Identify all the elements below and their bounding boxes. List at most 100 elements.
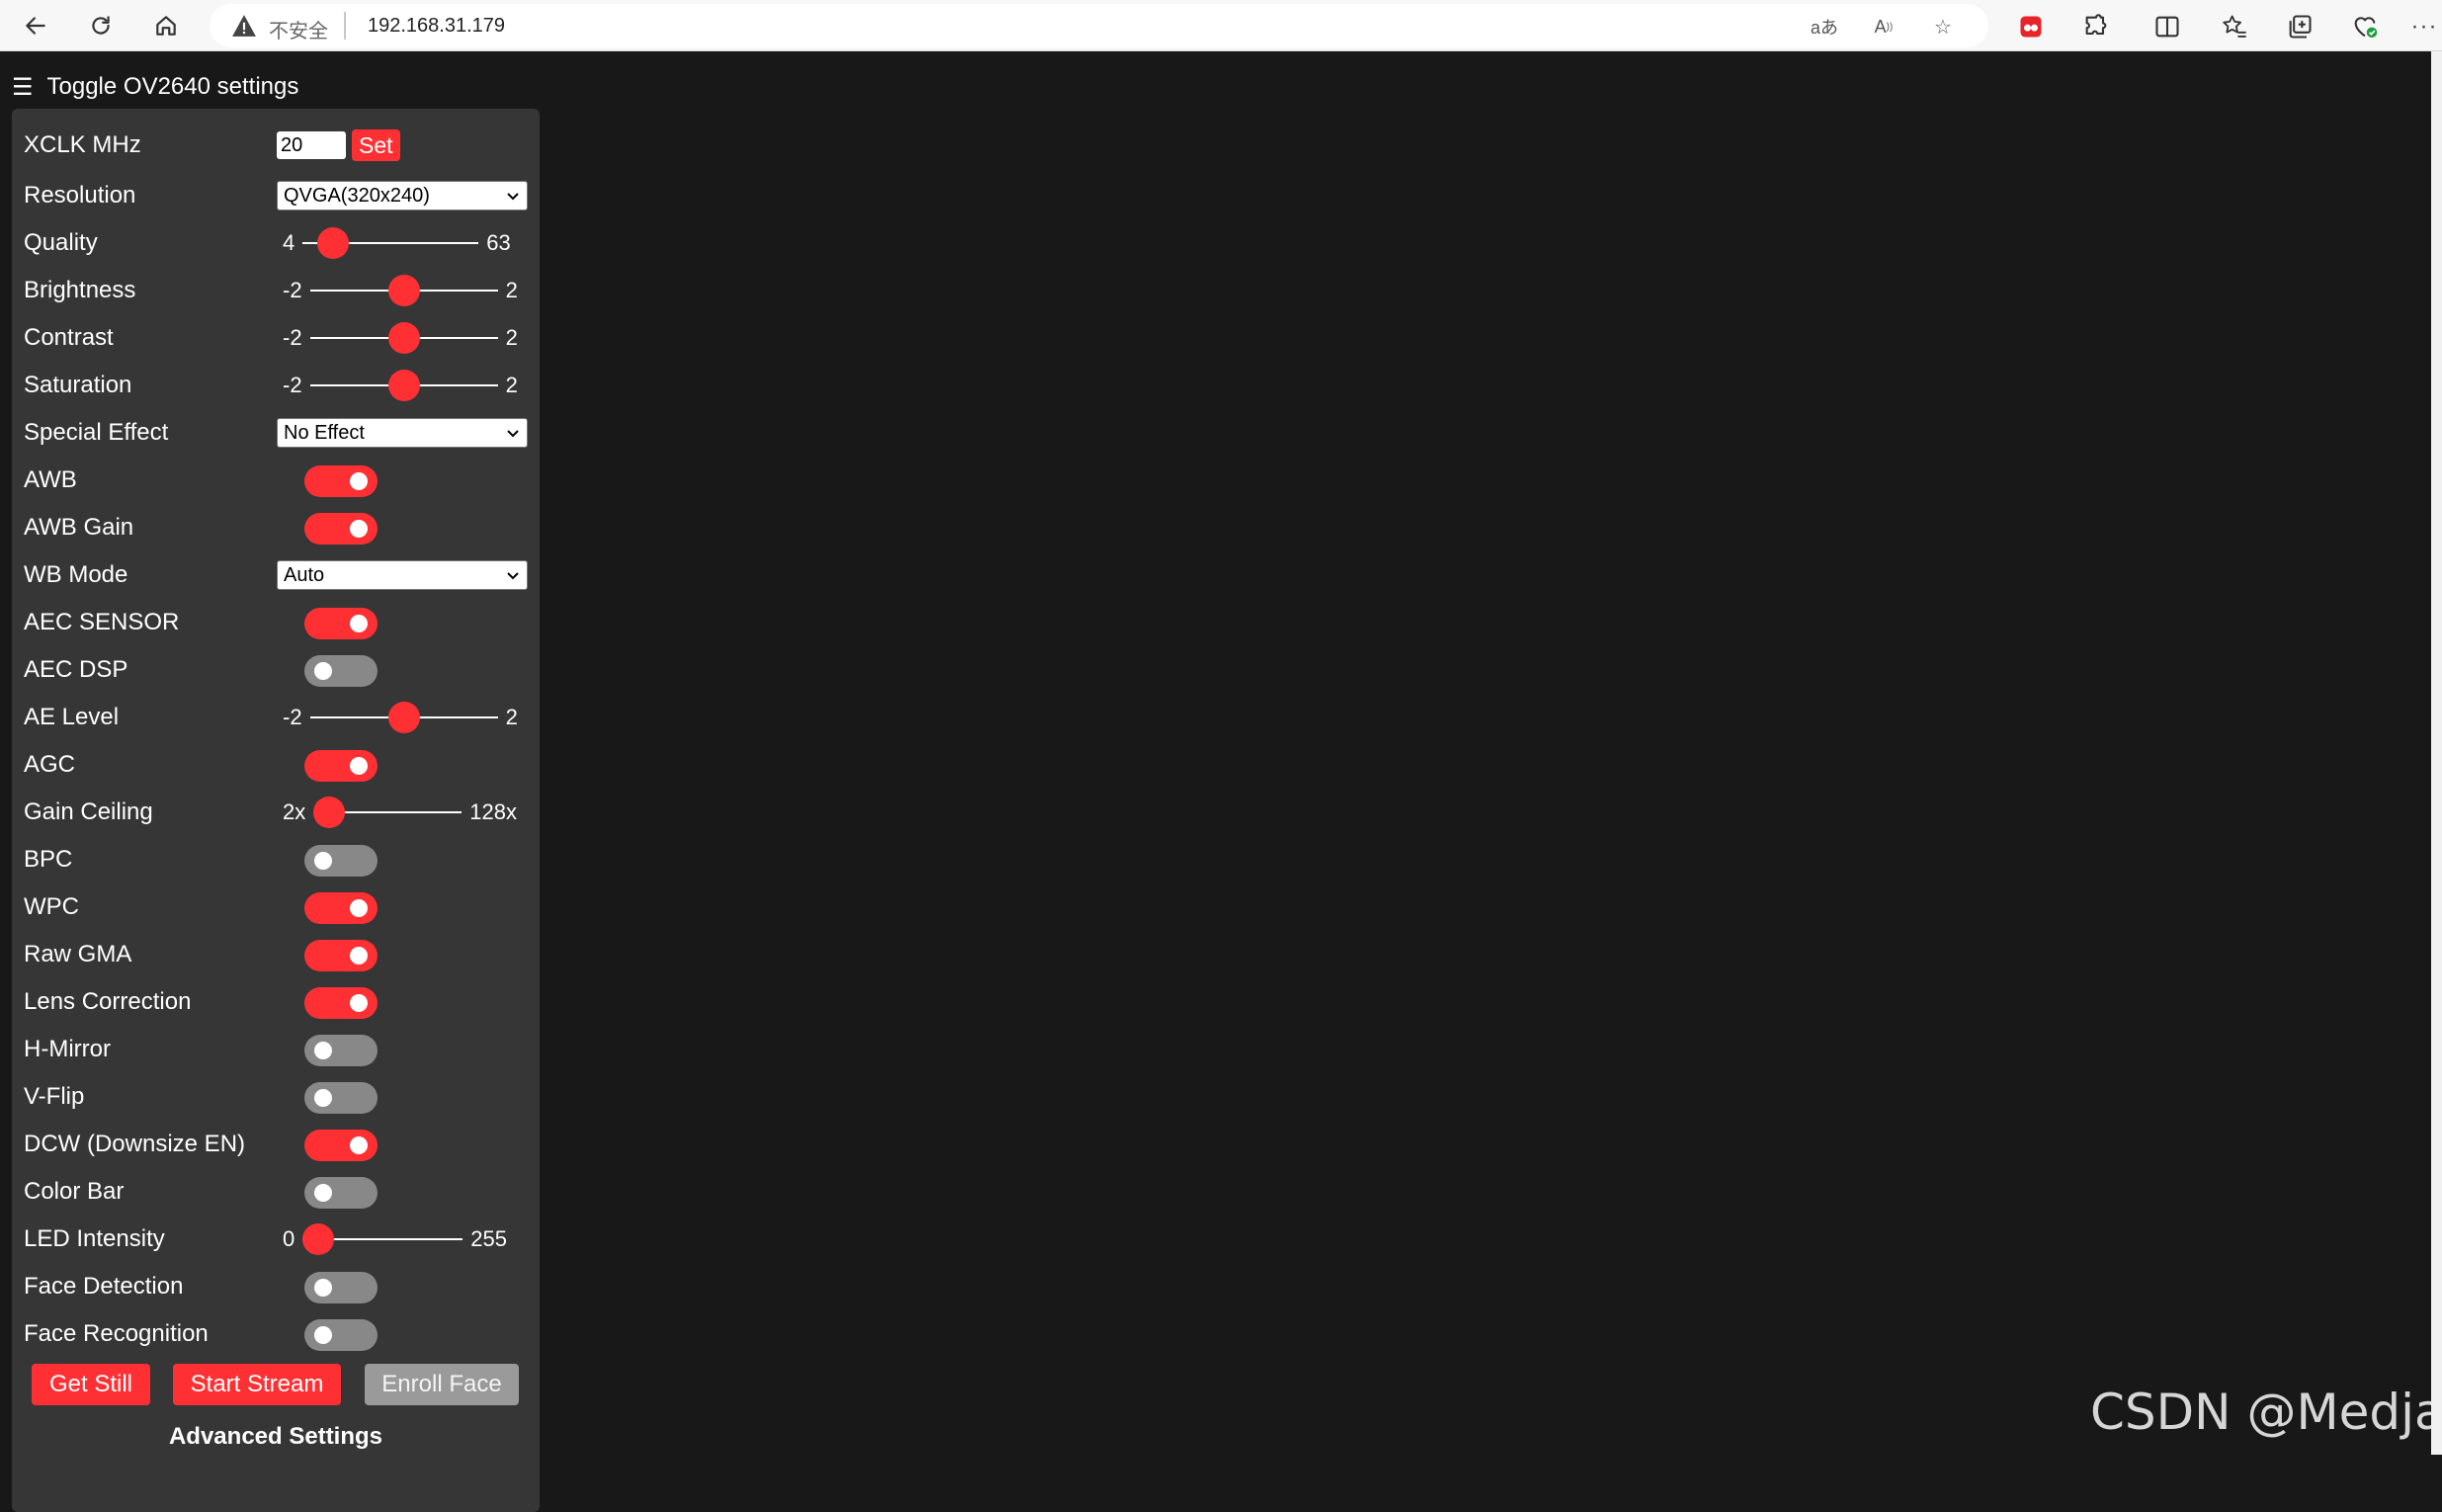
row-h-mirror: H-Mirror <box>12 1027 540 1072</box>
gain-ceiling-max: 128x <box>469 799 517 824</box>
row-gain-ceiling: Gain Ceiling 2x 128x <box>12 790 540 835</box>
ae-level-track[interactable] <box>309 702 498 733</box>
dcw-label: DCW (Downsize EN) <box>24 1131 246 1157</box>
raw-gma-label: Raw GMA <box>24 941 132 967</box>
quality-min: 4 <box>283 230 295 255</box>
saturation-thumb[interactable] <box>387 370 420 401</box>
page-scrollbar[interactable] <box>2431 51 2442 1455</box>
row-wpc: WPC <box>12 884 540 930</box>
special-effect-select[interactable]: No Effect <box>277 418 528 448</box>
color-bar-label: Color Bar <box>24 1178 125 1205</box>
led-intensity-thumb[interactable] <box>302 1223 335 1255</box>
bpc-knob <box>314 852 332 870</box>
contrast-max: 2 <box>505 325 518 350</box>
url-text[interactable]: 192.168.31.179 <box>368 15 505 38</box>
row-face-recognition: Face Recognition <box>12 1311 540 1357</box>
brightness-thumb[interactable] <box>387 275 420 306</box>
xclk-set-button[interactable]: Set <box>352 129 400 161</box>
extension-red-icon[interactable] <box>2014 10 2048 43</box>
lens-correction-switch[interactable] <box>304 987 378 1019</box>
led-intensity-max: 255 <box>470 1226 507 1251</box>
brightness-label: Brightness <box>24 277 136 303</box>
saturation-track[interactable] <box>309 370 498 401</box>
more-menu-icon[interactable]: ··· <box>2407 10 2441 43</box>
chevron-down-icon <box>507 193 519 201</box>
ae-level-thumb[interactable] <box>387 702 420 733</box>
action-buttons: Get Still Start Stream Enroll Face <box>12 1364 540 1407</box>
h-mirror-label: H-Mirror <box>24 1036 111 1062</box>
quality-slider[interactable]: 4 63 <box>283 220 511 266</box>
translate-icon[interactable]: aあ <box>1810 13 1838 41</box>
advanced-settings-heading[interactable]: Advanced Settings <box>12 1423 540 1451</box>
extensions-icon[interactable] <box>2079 10 2113 43</box>
dcw-switch[interactable] <box>304 1130 378 1161</box>
contrast-slider[interactable]: -2 2 <box>283 315 518 361</box>
collections-icon[interactable] <box>2283 10 2316 43</box>
toggle-settings-header[interactable]: ☰ Toggle OV2640 settings <box>12 69 298 105</box>
contrast-thumb[interactable] <box>387 322 420 354</box>
agc-knob <box>350 757 368 775</box>
start-stream-button[interactable]: Start Stream <box>173 1364 341 1405</box>
gain-ceiling-slider[interactable]: 2x 128x <box>283 790 517 835</box>
led-intensity-slider[interactable]: 0 255 <box>283 1217 507 1262</box>
row-contrast: Contrast -2 2 <box>12 315 540 361</box>
home-icon[interactable] <box>148 8 184 43</box>
gain-ceiling-track[interactable] <box>313 797 463 828</box>
v-flip-knob <box>314 1089 332 1107</box>
address-bar[interactable]: 不安全 192.168.31.179 aあ A)) ☆ <box>210 4 1988 47</box>
row-brightness: Brightness -2 2 <box>12 268 540 313</box>
chevron-down-icon <box>507 572 519 580</box>
refresh-icon[interactable] <box>83 8 119 43</box>
awb-knob <box>350 472 368 490</box>
gain-ceiling-thumb[interactable] <box>313 797 346 828</box>
face-detection-switch[interactable] <box>304 1272 378 1303</box>
led-intensity-track[interactable] <box>302 1223 463 1255</box>
wpc-switch[interactable] <box>304 892 378 924</box>
color-bar-knob <box>314 1184 332 1202</box>
chevron-down-icon <box>507 430 519 438</box>
insecure-label[interactable]: 不安全 <box>269 15 328 43</box>
awb-switch[interactable] <box>304 465 378 497</box>
xclk-input[interactable] <box>277 131 346 159</box>
csdn-watermark: CSDN @Medjay_ <box>2090 1384 2442 1441</box>
row-color-bar: Color Bar <box>12 1169 540 1215</box>
split-screen-icon[interactable] <box>2150 10 2184 43</box>
raw-gma-switch[interactable] <box>304 940 378 971</box>
color-bar-switch[interactable] <box>304 1177 378 1209</box>
resolution-select[interactable]: QVGA(320x240) <box>277 181 528 210</box>
h-mirror-switch[interactable] <box>304 1035 378 1066</box>
get-still-button[interactable]: Get Still <box>32 1364 150 1405</box>
row-face-detection: Face Detection <box>12 1264 540 1309</box>
agc-switch[interactable] <box>304 750 378 782</box>
wb-mode-select[interactable]: Auto <box>277 560 528 590</box>
brightness-slider[interactable]: -2 2 <box>283 268 518 313</box>
favorite-star-icon[interactable]: ☆ <box>1929 13 1957 41</box>
row-led-intensity: LED Intensity 0 255 <box>12 1217 540 1262</box>
browser-essentials-icon[interactable] <box>2348 10 2382 43</box>
wb-mode-label: WB Mode <box>24 561 128 588</box>
lens-correction-label: Lens Correction <box>24 988 192 1015</box>
brightness-track[interactable] <box>309 275 498 306</box>
back-icon[interactable] <box>18 8 53 43</box>
enroll-face-button[interactable]: Enroll Face <box>365 1364 519 1405</box>
contrast-track[interactable] <box>309 322 498 354</box>
quality-track[interactable] <box>302 227 479 259</box>
bpc-switch[interactable] <box>304 845 378 877</box>
row-xclk: XCLK MHz Set <box>12 123 540 168</box>
read-aloud-icon[interactable]: A)) <box>1870 13 1897 41</box>
v-flip-switch[interactable] <box>304 1082 378 1114</box>
aec-dsp-switch[interactable] <box>304 655 378 687</box>
aec-sensor-switch[interactable] <box>304 608 378 639</box>
favorites-icon[interactable] <box>2218 10 2251 43</box>
hamburger-icon[interactable]: ☰ <box>12 73 34 102</box>
awb-gain-switch[interactable] <box>304 513 378 545</box>
row-resolution: Resolution QVGA(320x240) <box>12 173 540 218</box>
warning-icon[interactable] <box>231 14 257 38</box>
ae-level-slider[interactable]: -2 2 <box>283 695 518 740</box>
row-aec-sensor: AEC SENSOR <box>12 600 540 645</box>
face-recognition-switch[interactable] <box>304 1319 378 1351</box>
toggle-settings-label[interactable]: Toggle OV2640 settings <box>47 73 299 101</box>
row-lens-correction: Lens Correction <box>12 979 540 1025</box>
quality-thumb[interactable] <box>317 227 350 259</box>
saturation-slider[interactable]: -2 2 <box>283 363 518 408</box>
